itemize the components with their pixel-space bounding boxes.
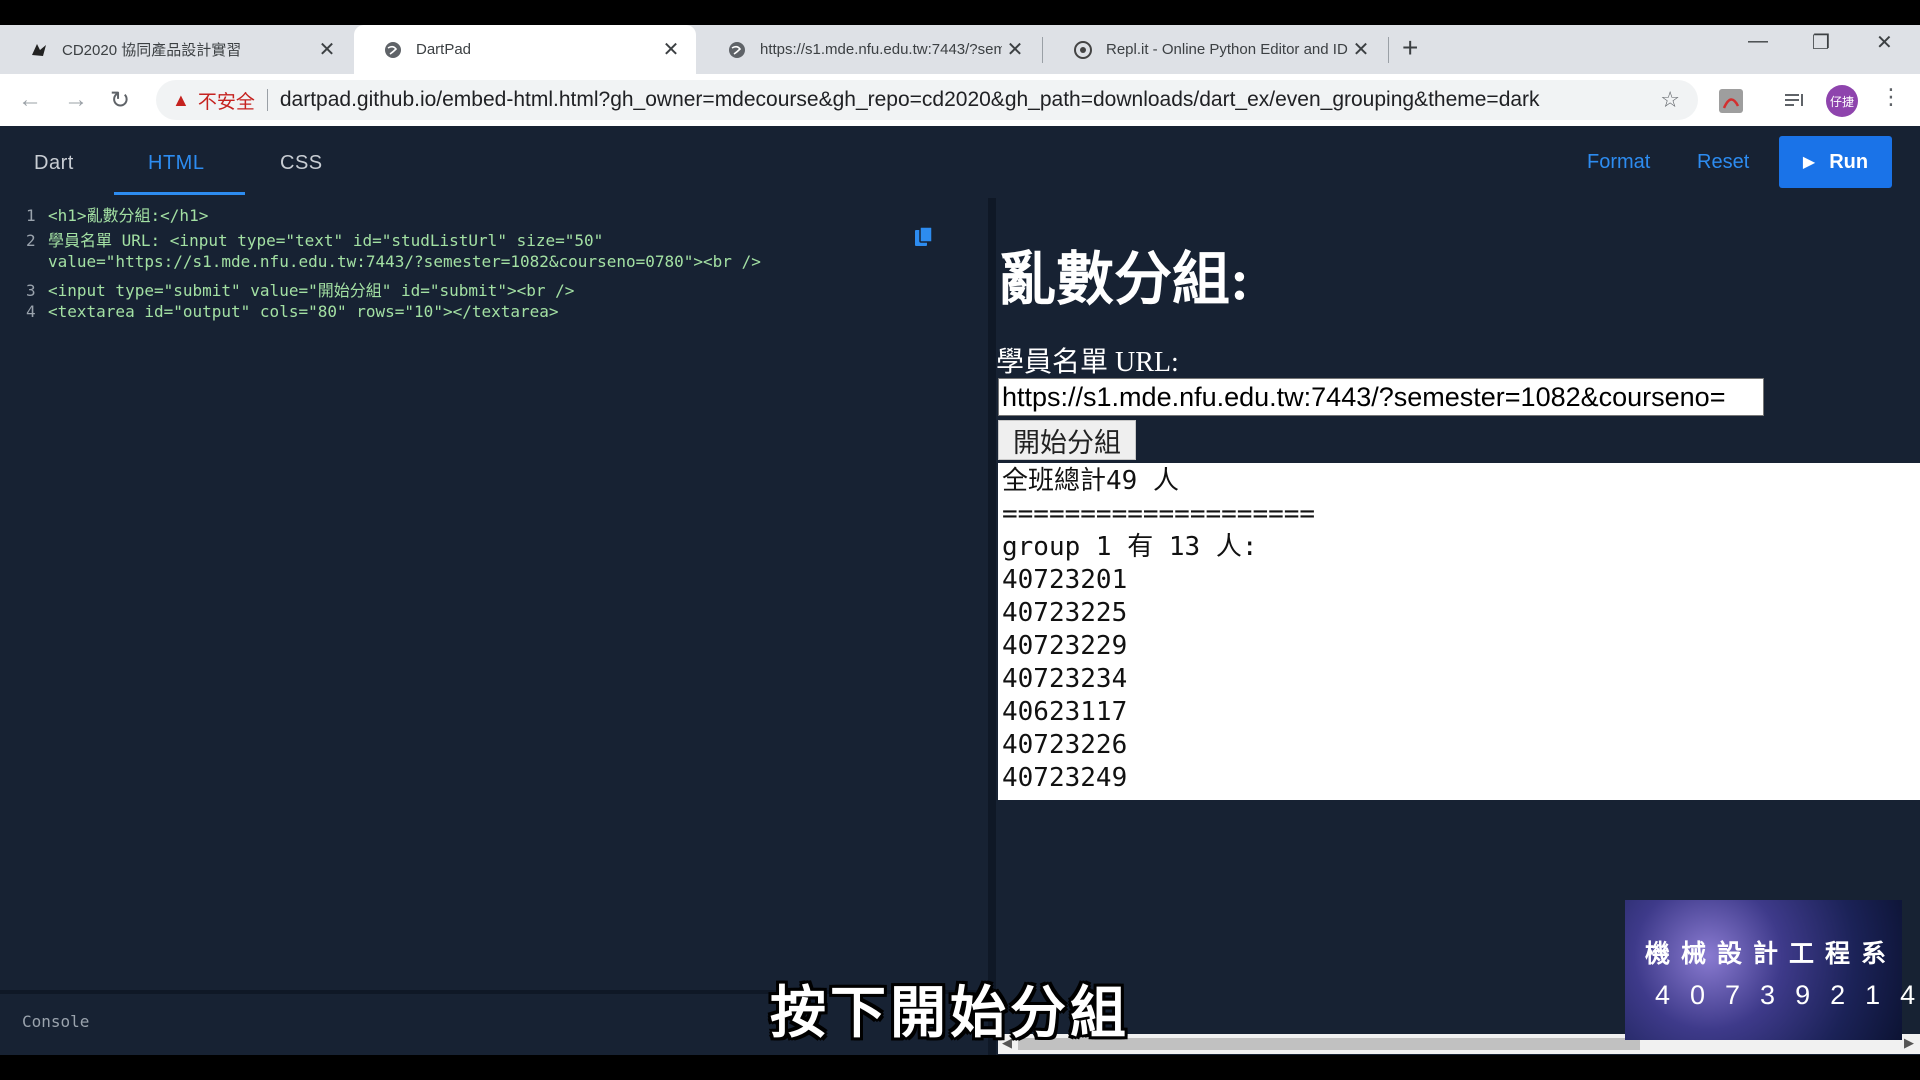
back-icon[interactable]: ← xyxy=(18,86,42,114)
tab-title: Repl.it - Online Python Editor and IDE xyxy=(1106,41,1348,58)
more-menu-icon[interactable]: ⋮ xyxy=(1880,84,1902,110)
restore-icon[interactable]: ❐ xyxy=(1812,30,1830,55)
globe-icon xyxy=(384,41,402,59)
video-subtitle: 按下開始分組 xyxy=(770,981,1130,1046)
run-label: Run xyxy=(1829,150,1869,173)
media-playlist-icon[interactable] xyxy=(1782,88,1808,114)
bird-icon xyxy=(30,41,48,59)
pdf-extension-icon[interactable] xyxy=(1718,88,1744,114)
forward-icon[interactable]: → xyxy=(64,86,88,114)
code-text: 學員名單 URL: <input type="text" id="studLis… xyxy=(48,231,604,250)
tab-separator xyxy=(1388,37,1389,63)
code-line: 1 <h1>亂數分組:</h1> xyxy=(26,202,208,226)
tab-title: CD2020 協同產品設計實習 xyxy=(62,42,242,59)
start-grouping-button[interactable]: 開始分組 xyxy=(998,420,1136,460)
close-icon[interactable]: ✕ xyxy=(658,37,684,62)
pane-divider[interactable] xyxy=(988,198,996,1055)
reset-button[interactable]: Reset xyxy=(1697,151,1749,174)
address-bar[interactable]: ▲ 不安全 dartpad.github.io/embed-html.html?… xyxy=(156,80,1698,120)
url-text: dartpad.github.io/embed-html.html?gh_own… xyxy=(279,88,1540,111)
tab-separator xyxy=(1042,37,1043,63)
window-close-icon[interactable]: ✕ xyxy=(1876,30,1893,55)
replit-icon xyxy=(1074,40,1092,59)
letterbox-top xyxy=(0,0,1920,25)
format-button[interactable]: Format xyxy=(1587,151,1650,174)
scroll-right-icon[interactable]: ▶ xyxy=(1904,1035,1914,1051)
bookmark-star-icon[interactable]: ☆ xyxy=(1660,87,1680,113)
tab-replit[interactable]: Repl.it - Online Python Editor and IDE ✕ xyxy=(1044,25,1386,74)
security-label: 不安全 xyxy=(197,91,255,113)
close-icon[interactable]: ✕ xyxy=(1348,37,1374,62)
new-tab-icon[interactable]: + xyxy=(1402,33,1418,63)
student-list-url-input[interactable]: https://s1.mde.nfu.edu.tw:7443/?semester… xyxy=(998,378,1764,416)
output-textarea[interactable]: 全班總計49 人 ==================== group 1 有 … xyxy=(998,463,1920,800)
line-number: 4 xyxy=(26,302,36,321)
browser-tab-strip: CD2020 協同產品設計實習 ✕ DartPad ✕ https://s1.m… xyxy=(0,25,1920,74)
tab-html[interactable]: HTML xyxy=(148,152,204,175)
tab-title: DartPad xyxy=(416,41,472,58)
close-icon[interactable]: ✕ xyxy=(314,37,340,62)
avatar[interactable]: 仔捷 xyxy=(1826,85,1858,117)
play-icon: ▶ xyxy=(1802,154,1816,171)
code-text: value="https://s1.mde.nfu.edu.tw:7443/?s… xyxy=(48,252,761,271)
code-line: 3 <input type="submit" value="開始分組" id="s… xyxy=(26,277,574,301)
line-number: 1 xyxy=(26,206,36,225)
code-line: value="https://s1.mde.nfu.edu.tw:7443/?s… xyxy=(26,252,761,271)
tab-cd2020[interactable]: CD2020 協同產品設計實習 ✕ xyxy=(0,25,352,74)
watermark-line-1: 機械設計工程系 xyxy=(1645,940,1898,968)
console-label[interactable]: Console xyxy=(22,1012,89,1031)
url-label: 學員名單 URL: xyxy=(996,347,1179,378)
line-number: 2 xyxy=(26,231,36,250)
run-button[interactable]: ▶ Run xyxy=(1779,136,1892,188)
reload-icon[interactable]: ↻ xyxy=(110,86,130,115)
letterbox-bottom xyxy=(0,1055,1920,1080)
warning-icon: ▲ xyxy=(172,89,190,110)
close-icon[interactable]: ✕ xyxy=(1002,37,1028,62)
tab-css[interactable]: CSS xyxy=(280,152,323,175)
globe-icon xyxy=(728,41,746,59)
tab-dart[interactable]: Dart xyxy=(34,152,74,175)
address-separator xyxy=(266,89,268,111)
code-line: 4 <textarea id="output" cols="80" rows="1… xyxy=(26,302,559,321)
watermark: 機械設計工程系 40739214 xyxy=(1625,900,1915,1040)
output-heading: 亂數分組: xyxy=(998,247,1250,312)
watermark-line-2: 40739214 xyxy=(1655,980,1920,1010)
code-text: <h1>亂數分組:</h1> xyxy=(48,206,209,225)
tab-s1-mde[interactable]: https://s1.mde.nfu.edu.tw:7443/?sem ✕ xyxy=(698,25,1040,74)
html-editor[interactable]: 1 <h1>亂數分組:</h1> 2 學員名單 URL: <input type="… xyxy=(0,198,988,988)
code-text: <textarea id="output" cols="80" rows="10… xyxy=(48,302,559,321)
code-text: <input type="submit" value="開始分組" id="su… xyxy=(48,281,575,300)
copy-icon[interactable] xyxy=(914,226,934,248)
tab-dartpad[interactable]: DartPad ✕ xyxy=(354,25,696,74)
minimize-icon[interactable]: — xyxy=(1748,30,1768,53)
tab-title: https://s1.mde.nfu.edu.tw:7443/?sem xyxy=(760,41,1002,58)
code-line: 2 學員名單 URL: <input type="text" id="studLi… xyxy=(26,227,603,251)
active-tab-indicator xyxy=(114,192,245,195)
line-number: 3 xyxy=(26,281,36,300)
